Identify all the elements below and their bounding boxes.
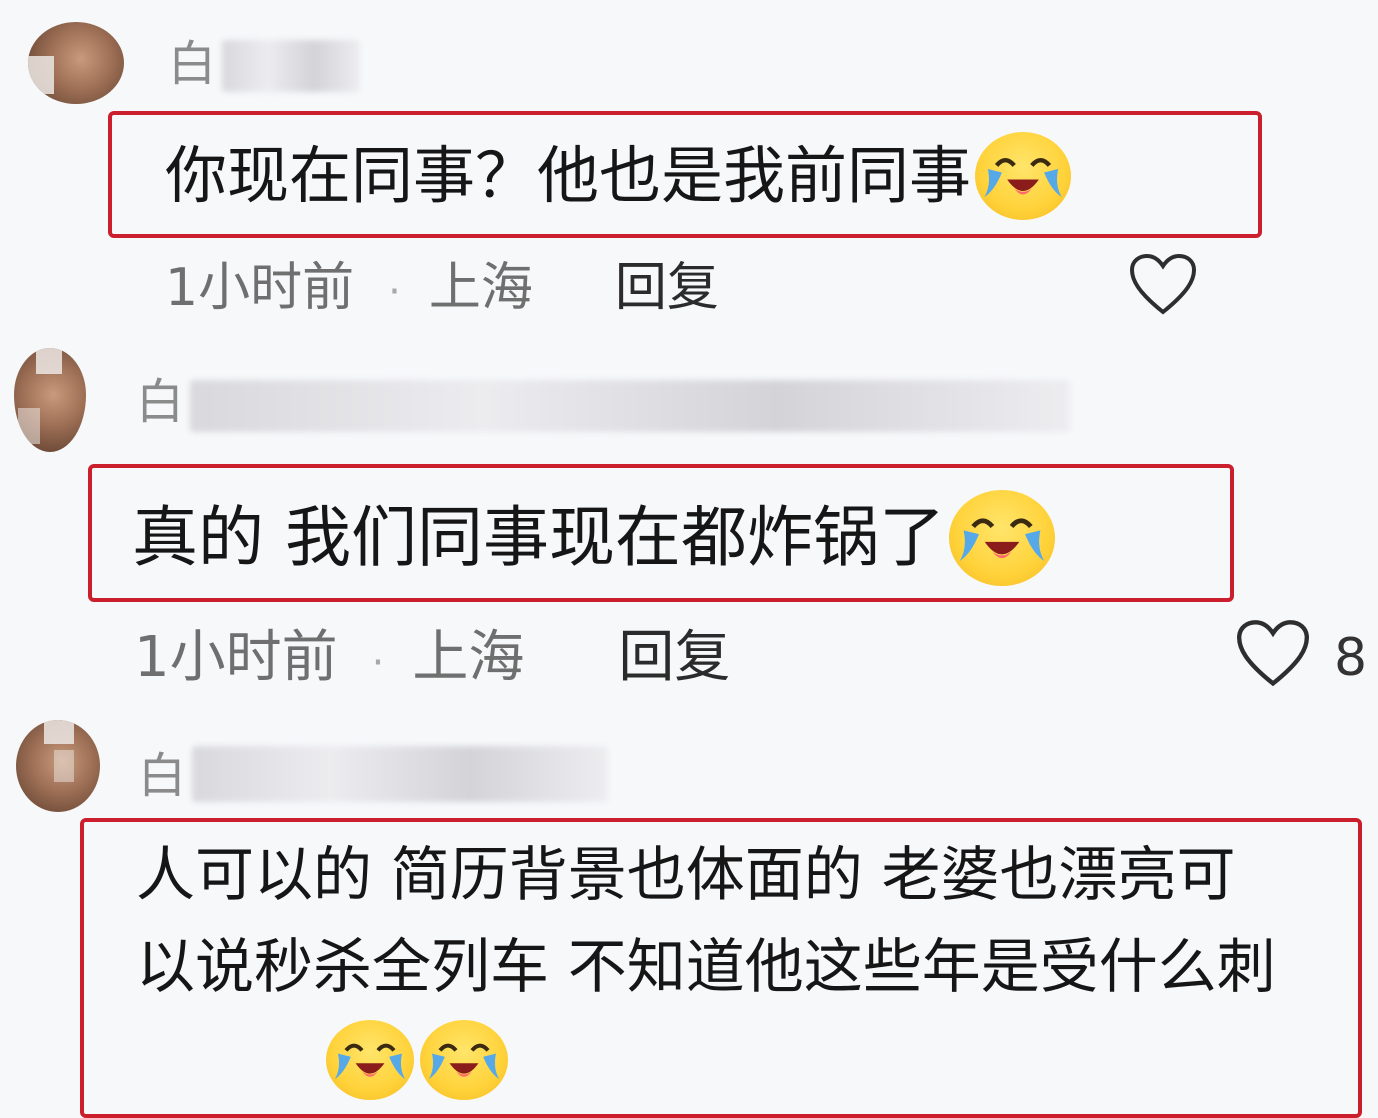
like-count: 8 [1334,628,1368,688]
comment-message: 真的 我们同事现在都炸锅了 [132,499,945,577]
laugh-cry-emoji-icon [948,490,1055,586]
reply-button[interactable]: 回复 [615,258,719,318]
avatar-mosaic [44,720,74,744]
laugh-cry-emoji-icon [420,1020,508,1100]
username-redaction [190,380,1070,432]
timestamp: 1小时前 [134,625,338,690]
location: 上海 [412,625,525,690]
laugh-cry-emoji-icon [326,1020,414,1100]
username[interactable]: 白 [138,752,186,800]
avatar-mosaic [54,750,74,782]
comment-message: 你现在同事？他也是我前同事 [165,139,972,213]
like-heart-icon[interactable] [1234,618,1312,690]
comment-emoji-row [326,1020,508,1100]
laugh-cry-emoji-icon [975,132,1072,220]
avatar-mosaic [28,56,54,94]
username-redaction [222,40,360,92]
meta-separator: · [388,269,401,315]
comment-text: 真的 我们同事现在都炸锅了 [132,490,1055,590]
comment-meta: 1小时前 · 上海 回复 [165,262,719,314]
comment-meta: 1小时前 · 上海 回复 [134,630,730,686]
reply-button[interactable]: 回复 [618,625,730,690]
meta-separator: · [371,640,385,686]
username-redaction [192,746,608,802]
username[interactable]: 白 [136,378,184,426]
avatar-mosaic [18,408,40,444]
avatar[interactable] [16,720,100,812]
like-heart-icon[interactable] [1128,252,1198,318]
avatar-mosaic [36,348,62,374]
username[interactable]: 白 [168,40,216,88]
location: 上海 [428,258,533,318]
timestamp: 1小时前 [165,258,355,318]
comment-text-line-2: 以说秒杀全列车 不知道他这些年是受什么刺 [136,932,1276,1001]
comment-text: 你现在同事？他也是我前同事 [165,132,1072,224]
avatar[interactable] [14,348,86,452]
comment-text-line-1: 人可以的 简历背景也体面的 老婆也漂亮可 [136,840,1236,909]
avatar[interactable] [28,22,124,104]
